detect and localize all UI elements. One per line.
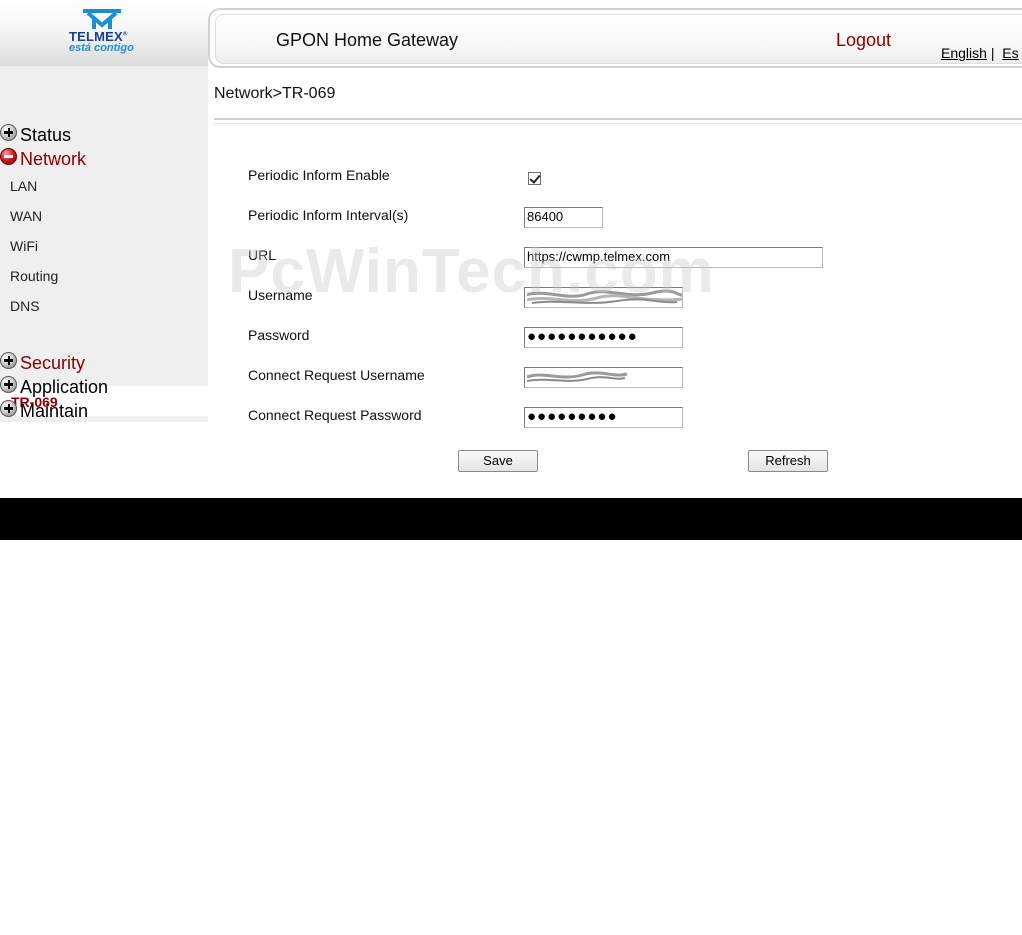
app-title: GPON Home Gateway xyxy=(276,30,459,50)
brand-tagline: está contigo xyxy=(69,42,134,54)
periodic-inform-interval-label: Periodic Inform Interval(s) xyxy=(248,207,409,223)
connect-request-password-label: Connect Request Password xyxy=(248,407,422,423)
language-separator: | xyxy=(990,45,995,61)
save-button[interactable]: Save xyxy=(458,450,538,472)
sidebar-item-wan[interactable]: WAN xyxy=(10,208,42,224)
url-input[interactable]: https://cwmp.telmex.com xyxy=(524,247,823,268)
menu-security-label: Security xyxy=(20,352,86,373)
connect-request-username-label: Connect Request Username xyxy=(248,367,425,383)
periodic-inform-interval-input[interactable]: 86400 xyxy=(524,207,603,228)
footer-bar xyxy=(0,498,1022,540)
sidebar-item-lan[interactable]: LAN xyxy=(10,178,37,194)
sidebar-item-wifi[interactable]: WiFi xyxy=(10,238,38,254)
expand-plus-icon xyxy=(0,399,17,417)
expand-plus-icon xyxy=(0,351,17,369)
collapse-minus-icon xyxy=(0,147,17,165)
menu-application-label: Application xyxy=(20,376,109,397)
language-spanish-link[interactable]: Es xyxy=(1002,45,1018,61)
menu-status[interactable]: Status xyxy=(0,123,72,146)
menu-status-label: Status xyxy=(20,124,72,145)
language-english-link[interactable]: English xyxy=(941,45,987,61)
telmex-logo-icon xyxy=(83,9,121,29)
menu-maintain[interactable]: Maintain xyxy=(0,399,89,422)
username-input[interactable] xyxy=(524,287,683,308)
sidebar-item-dns[interactable]: DNS xyxy=(10,298,40,314)
breadcrumb: Network>TR-069 xyxy=(214,85,336,102)
logout-link[interactable]: Logout xyxy=(836,30,891,51)
language-switcher: English | Es xyxy=(941,45,1019,61)
header-divider xyxy=(214,118,1022,124)
sidebar-item-routing[interactable]: Routing xyxy=(10,268,58,284)
refresh-button[interactable]: Refresh xyxy=(748,450,828,472)
expand-plus-icon xyxy=(0,375,17,393)
periodic-inform-enable-checkbox[interactable] xyxy=(528,172,541,185)
username-label: Username xyxy=(248,287,313,303)
sidebar: Status Network LAN WAN WiFi Routing DNS … xyxy=(0,66,208,422)
menu-security[interactable]: Security xyxy=(0,351,86,374)
password-label: Password xyxy=(248,327,310,343)
connect-request-password-input[interactable]: ●●●●●●●●● xyxy=(524,407,683,428)
periodic-inform-enable-label: Periodic Inform Enable xyxy=(248,167,390,183)
menu-network[interactable]: Network xyxy=(0,147,87,170)
connect-request-username-input[interactable] xyxy=(524,367,683,388)
redacted-scribble xyxy=(526,371,628,382)
redacted-scribble xyxy=(525,289,682,304)
menu-application[interactable]: Application xyxy=(0,375,109,398)
password-input[interactable]: ●●●●●●●●●●● xyxy=(524,327,683,348)
menu-network-label: Network xyxy=(20,148,87,169)
telmex-logo: TELMEX® está contigo xyxy=(0,0,208,66)
menu-maintain-label: Maintain xyxy=(20,400,89,421)
url-label: URL xyxy=(248,247,277,263)
expand-plus-icon xyxy=(0,123,17,141)
